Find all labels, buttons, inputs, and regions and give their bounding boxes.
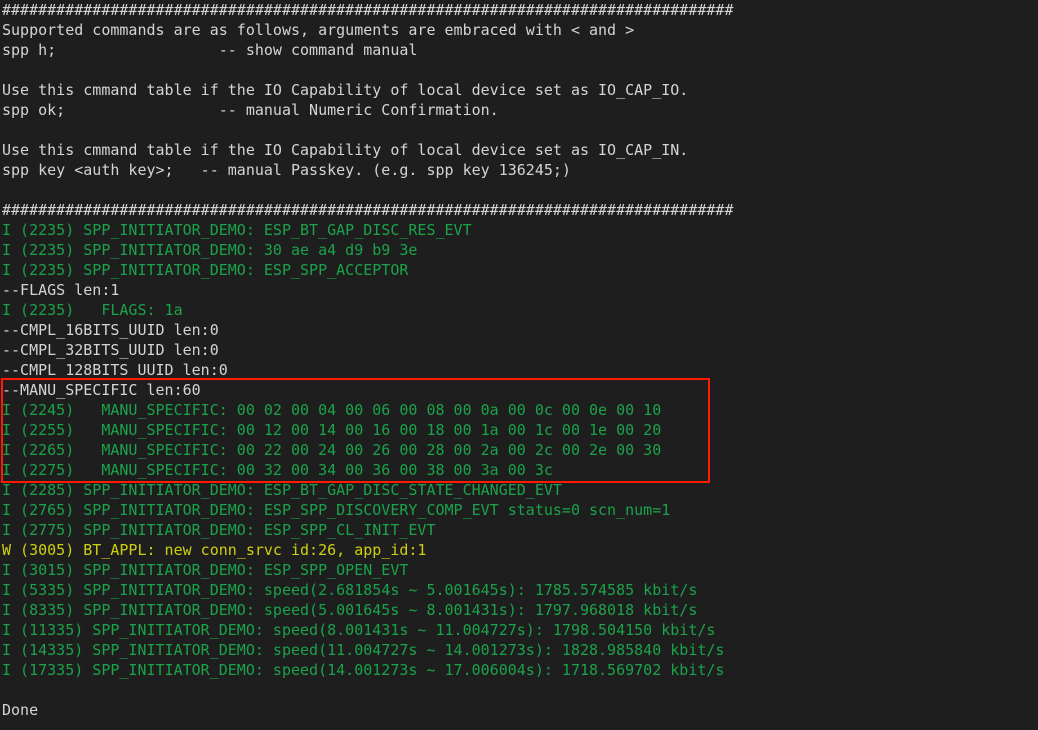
terminal-line: I (2275) MANU_SPECIFIC: 00 32 00 34 00 3… <box>2 461 553 479</box>
terminal-line: --CMPL_32BITS_UUID len:0 <box>2 341 219 359</box>
terminal-line: --MANU_SPECIFIC len:60 <box>2 381 201 399</box>
terminal-line: I (14335) SPP_INITIATOR_DEMO: speed(11.0… <box>2 641 725 659</box>
terminal-line: spp h; -- show command manual <box>2 41 418 59</box>
terminal-line: I (17335) SPP_INITIATOR_DEMO: speed(14.0… <box>2 661 725 679</box>
terminal-line: I (2235) SPP_INITIATOR_DEMO: ESP_SPP_ACC… <box>2 261 409 279</box>
terminal-line: ########################################… <box>2 1 734 19</box>
terminal-line: spp ok; -- manual Numeric Confirmation. <box>2 101 499 119</box>
terminal-line: I (2285) SPP_INITIATOR_DEMO: ESP_BT_GAP_… <box>2 481 562 499</box>
terminal-line: I (8335) SPP_INITIATOR_DEMO: speed(5.001… <box>2 601 698 619</box>
terminal-line: I (2265) MANU_SPECIFIC: 00 22 00 24 00 2… <box>2 441 662 459</box>
terminal-line: I (2235) SPP_INITIATOR_DEMO: 30 ae a4 d9… <box>2 241 418 259</box>
terminal-line: I (2775) SPP_INITIATOR_DEMO: ESP_SPP_CL_… <box>2 521 436 539</box>
terminal-line: I (2765) SPP_INITIATOR_DEMO: ESP_SPP_DIS… <box>2 501 671 519</box>
terminal-line: Done <box>2 701 39 719</box>
terminal-line: spp key <auth key>; -- manual Passkey. (… <box>2 161 571 179</box>
terminal-line: I (2255) MANU_SPECIFIC: 00 12 00 14 00 1… <box>2 421 662 439</box>
terminal-line: --FLAGS len:1 <box>2 281 120 299</box>
terminal-line: Use this cmmand table if the IO Capabili… <box>2 141 689 159</box>
terminal-line: I (2235) SPP_INITIATOR_DEMO: ESP_BT_GAP_… <box>2 221 472 239</box>
terminal-line: W (3005) BT_APPL: new conn_srvc id:26, a… <box>2 541 427 559</box>
terminal-line: Supported commands are as follows, argum… <box>2 21 635 39</box>
terminal-line: I (11335) SPP_INITIATOR_DEMO: speed(8.00… <box>2 621 716 639</box>
terminal-line: I (2245) MANU_SPECIFIC: 00 02 00 04 00 0… <box>2 401 662 419</box>
terminal-output: ########################################… <box>2 0 1036 720</box>
terminal-line: --CMPL_16BITS_UUID len:0 <box>2 321 219 339</box>
terminal-line: Use this cmmand table if the IO Capabili… <box>2 81 689 99</box>
terminal-line: I (2235) FLAGS: 1a <box>2 301 183 319</box>
terminal-line: I (3015) SPP_INITIATOR_DEMO: ESP_SPP_OPE… <box>2 561 409 579</box>
terminal-line: I (5335) SPP_INITIATOR_DEMO: speed(2.681… <box>2 581 698 599</box>
terminal-line: --CMPL_128BITS_UUID len:0 <box>2 361 228 379</box>
terminal-window[interactable]: ########################################… <box>0 0 1038 730</box>
terminal-line: ########################################… <box>2 201 734 219</box>
